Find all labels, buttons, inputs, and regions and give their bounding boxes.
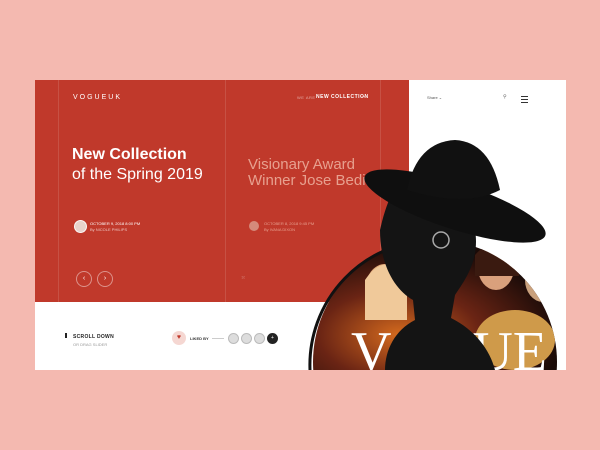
divider xyxy=(212,338,224,339)
scroll-down-label[interactable]: SCROLL DOWN xyxy=(73,334,114,340)
scroll-hint: OR DRAG SLIDER xyxy=(73,342,108,347)
like-button[interactable]: ♥ xyxy=(172,331,186,345)
liked-by-label: LIKED BY xyxy=(190,336,209,341)
more-likers-button[interactable]: + xyxy=(267,333,278,344)
hat-crown xyxy=(407,140,500,199)
liker-avatar[interactable] xyxy=(241,333,252,344)
liker-avatar[interactable] xyxy=(254,333,265,344)
fashion-photo: VOGUE xyxy=(308,140,557,370)
scroll-indicator xyxy=(65,333,67,338)
liker-avatar[interactable] xyxy=(228,333,239,344)
page-frame: VOGUEUK WE ARE NEW COLLECTION → New Coll… xyxy=(35,80,566,370)
